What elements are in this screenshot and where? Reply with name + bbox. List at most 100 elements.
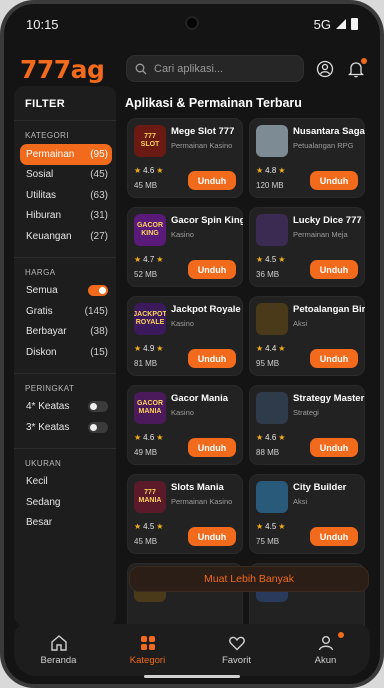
star-icon: ★	[256, 166, 264, 175]
download-button[interactable]: Unduh	[188, 527, 236, 546]
app-category: Aksi	[293, 319, 308, 328]
search-bar[interactable]	[126, 55, 304, 82]
nav-label: Kategori	[129, 655, 166, 666]
filter-option[interactable]: Diskon (15)	[14, 342, 116, 363]
star-icon: ★	[156, 522, 164, 531]
grid-icon	[140, 636, 155, 650]
app-logo[interactable]: 777ag	[20, 55, 128, 84]
screen: 10:15 5G 777ag FILTER	[4, 4, 380, 684]
download-button[interactable]: Unduh	[310, 171, 358, 190]
star-icon: ★	[134, 255, 142, 264]
app-rating: ★ 4.6 ★	[134, 166, 163, 175]
notification-button[interactable]	[345, 58, 367, 80]
filter-option[interactable]: Hiburan (31)	[14, 206, 116, 227]
app-rating-value: 4.6	[143, 166, 155, 175]
app-card[interactable]: Petoalangan Birnbe Aksi ★4.4★ 95 MB Unduh	[249, 296, 365, 376]
app-card[interactable]: Lucky Dice 777 Permainan Meja ★ 4.5 ★ 36 MB Un…	[249, 207, 365, 287]
filter-option-label: 4* Keatas	[26, 401, 70, 413]
star-icon: ★	[278, 344, 286, 353]
app-rating: ★ 4.9 ★	[134, 344, 163, 353]
app-size: 88 MB	[256, 448, 280, 457]
app-card[interactable]: JACKPOT ROYALE Jackpot Royale Kasino ★ 4.9 ★ 8…	[127, 296, 243, 376]
app-card[interactable]: 777 MANIA Slots Mania Permainan Kasino ★ 4.5…	[127, 474, 243, 554]
filter-option-label: 3* Keatas	[26, 421, 70, 433]
filter-option-label: Besar	[26, 517, 53, 529]
download-button[interactable]: Unduh	[188, 349, 236, 368]
filter-option-count: (27)	[90, 230, 108, 242]
app-category: Permainan Meja	[293, 230, 348, 239]
download-button[interactable]: Unduh	[188, 438, 236, 457]
nav-item[interactable]: Favorit	[192, 624, 281, 676]
filter-option-label: Diskon	[26, 346, 57, 358]
app-header: 777ag	[4, 48, 380, 90]
filter-option[interactable]: 3* Keatas	[14, 417, 116, 438]
filter-option-label: Sedang	[26, 496, 61, 508]
profile-button[interactable]	[314, 58, 336, 80]
app-category: Aksi	[293, 497, 308, 506]
app-rating-value: 4.7	[143, 255, 155, 264]
filter-option[interactable]: Kecil	[14, 472, 116, 493]
nav-label: Favorit	[221, 655, 252, 666]
search-icon	[135, 63, 147, 74]
app-name: Mege Slot 777	[171, 126, 235, 137]
app-size: 75 MB	[256, 537, 280, 546]
filter-divider	[14, 372, 116, 374]
filter-option-label: Hiburan	[26, 210, 62, 222]
filter-option[interactable]: 4* Keatas	[14, 397, 116, 418]
filter-toggle[interactable]	[88, 421, 108, 433]
filter-option[interactable]: Sedang	[14, 492, 116, 513]
filter-option-count: (145)	[84, 305, 108, 317]
filter-option-label: Permainan	[26, 148, 75, 160]
app-rating-value: 4.6	[143, 433, 155, 442]
filter-option-count: (63)	[90, 189, 108, 201]
filter-toggle[interactable]	[88, 285, 108, 297]
app-card[interactable]: GACOR MANIA Gacor Mania Kasino ★ 4.6 ★ 49 MB Un…	[127, 385, 243, 465]
download-button[interactable]: Unduh	[310, 260, 358, 279]
app-size: 120 MB	[256, 181, 284, 190]
app-name: Strategy Master	[293, 393, 365, 404]
app-card[interactable]: Nusantara Saga Petualangan RPG ★ 4.8 ★ 120 MB…	[249, 118, 365, 198]
app-size: 45 MB	[134, 181, 158, 190]
app-thumbnail	[256, 303, 288, 335]
nav-item[interactable]: Kategori	[103, 624, 192, 676]
download-button[interactable]: Unduh	[310, 527, 358, 546]
app-thumbnail	[256, 125, 288, 157]
app-card[interactable]: City Builder Aksi ★ 4.5 ★ 75 MB Unduh	[249, 474, 365, 554]
filter-option[interactable]: Utilitas (63)	[14, 185, 116, 206]
app-card[interactable]: Strategy Master Strategi ★ 4.6 ★ 88 MB Unduh	[249, 385, 365, 465]
app-thumbnail-text: JACKPOT ROYALE	[134, 311, 166, 326]
app-card[interactable]: GACOR KING Gacor Spin King Kasino ★ 4.7 ★ 52 M…	[127, 207, 243, 287]
load-more-button[interactable]: Muat Lebih Banyak	[129, 566, 369, 592]
search-input[interactable]	[154, 62, 294, 75]
heart-icon	[228, 636, 245, 651]
app-size: 36 MB	[256, 270, 280, 279]
star-icon: ★	[156, 166, 164, 175]
app-thumbnail: 777 MANIA	[134, 481, 166, 513]
home-indicator[interactable]	[144, 675, 240, 678]
star-icon: ★	[278, 255, 286, 264]
filter-option[interactable]: Gratis (145)	[14, 301, 116, 322]
download-button[interactable]: Unduh	[310, 349, 358, 368]
download-button[interactable]: Unduh	[188, 171, 236, 190]
nav-item[interactable]: Beranda	[14, 624, 103, 676]
app-card[interactable]: 777 SLOT Mege Slot 777 Permainan Kasino ★ 4.…	[127, 118, 243, 198]
app-thumbnail-text: 777 MANIA	[138, 489, 162, 504]
download-button[interactable]: Unduh	[188, 260, 236, 279]
signal-icon	[336, 19, 346, 29]
filter-option[interactable]: Besar	[14, 513, 116, 534]
filter-option[interactable]: Sosial (45)	[14, 165, 116, 186]
filter-option[interactable]: Berbayar (38)	[14, 322, 116, 343]
app-thumbnail-text: GACOR MANIA	[136, 400, 164, 415]
app-category: Kasino	[171, 230, 194, 239]
filter-option[interactable]: Semua	[14, 281, 116, 302]
download-button[interactable]: Unduh	[310, 438, 358, 457]
star-icon: ★	[134, 522, 142, 531]
star-icon: ★	[256, 433, 264, 442]
star-icon: ★	[134, 433, 142, 442]
filter-toggle[interactable]	[88, 401, 108, 413]
filter-option-label: Gratis	[26, 305, 53, 317]
filter-option[interactable]: Keuangan (27)	[14, 226, 116, 247]
nav-item[interactable]: Akun	[281, 624, 370, 676]
filter-option[interactable]: Permainan (95)	[20, 144, 112, 165]
star-icon: ★	[278, 166, 286, 175]
